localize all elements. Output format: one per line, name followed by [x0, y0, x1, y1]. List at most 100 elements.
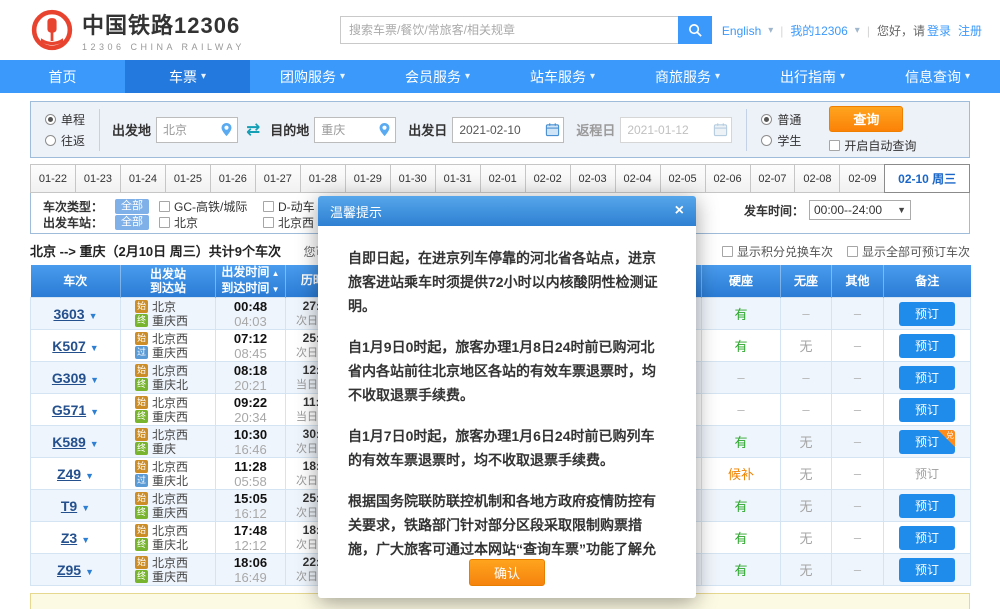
nav-item-station-services[interactable]: 站车服务▾	[500, 60, 625, 93]
nav-item-group-services[interactable]: 团购服务▾	[250, 60, 375, 93]
date-tab-01-23[interactable]: 01-23	[75, 164, 120, 193]
trip-single-radio[interactable]: 单程	[45, 111, 85, 128]
train-number[interactable]: G309	[52, 370, 86, 386]
date-tab-02-03[interactable]: 02-03	[570, 164, 615, 193]
book-button[interactable]: 预订	[899, 334, 955, 358]
my12306-menu[interactable]: 我的12306	[790, 22, 847, 39]
book-button[interactable]: 预订	[899, 302, 955, 326]
nav-item-home[interactable]: 首页	[0, 60, 125, 93]
column-header[interactable]: 出发时间 ▲到达时间 ▼	[216, 265, 286, 298]
sort-desc-icon[interactable]: ▼	[269, 285, 279, 294]
train-number[interactable]: 3603	[53, 306, 84, 322]
date-tab-01-28[interactable]: 01-28	[300, 164, 345, 193]
train-number[interactable]: K507	[52, 338, 85, 354]
nav-item-business-services[interactable]: 商旅服务▾	[625, 60, 750, 93]
query-button[interactable]: 查询	[829, 106, 903, 132]
train-number[interactable]: Z49	[57, 466, 81, 482]
departure-time-select[interactable]: 00:00--24:00 ▼	[809, 200, 911, 220]
date-tab-02-02[interactable]: 02-02	[525, 164, 570, 193]
auto-query-toggle[interactable]: 开启自动查询	[829, 137, 916, 154]
display-toggle[interactable]: 显示全部可预订车次	[847, 243, 970, 260]
book-button[interactable]: 预订	[899, 366, 955, 390]
train-number[interactable]: Z95	[57, 562, 81, 578]
login-link[interactable]: 登录	[927, 22, 951, 39]
chevron-down-icon[interactable]: ▼	[90, 403, 99, 417]
date-tab-01-25[interactable]: 01-25	[165, 164, 210, 193]
seat-cell: –	[832, 394, 884, 426]
date-tab-02-09[interactable]: 02-09	[839, 164, 884, 193]
swap-stations-icon[interactable]: ⇄	[246, 120, 260, 140]
book-button[interactable]: 预订	[899, 398, 955, 422]
site-search-input[interactable]	[340, 16, 678, 44]
filter-option[interactable]: 北京	[159, 214, 263, 231]
date-tab-02-08[interactable]: 02-08	[794, 164, 839, 193]
nav-item-travel-guide[interactable]: 出行指南▾	[750, 60, 875, 93]
checkbox-icon	[263, 217, 274, 228]
chevron-down-icon[interactable]: ▼	[85, 467, 94, 481]
date-tab-01-27[interactable]: 01-27	[255, 164, 300, 193]
nav-item-info-query[interactable]: 信息查询▾	[875, 60, 1000, 93]
chevron-down-icon[interactable]: ▼	[90, 339, 99, 353]
filter-option[interactable]: GC-高铁/城际	[159, 198, 263, 215]
register-link[interactable]: 注册	[958, 22, 982, 39]
column-header[interactable]: 无座	[781, 265, 832, 298]
nav-item-label: 信息查询	[905, 67, 961, 87]
chevron-down-icon[interactable]: ▼	[85, 563, 94, 577]
book-button[interactable]: 预订	[899, 558, 955, 582]
seat-availability: –	[854, 498, 861, 513]
language-select[interactable]: English	[722, 24, 761, 38]
arrival-time: 05:58	[216, 474, 285, 489]
date-tab-01-22[interactable]: 01-22	[30, 164, 75, 193]
date-tab-02-05[interactable]: 02-05	[660, 164, 705, 193]
date-tab-02-04[interactable]: 02-04	[615, 164, 660, 193]
confirm-button[interactable]: 确认	[469, 559, 545, 586]
display-toggle[interactable]: 显示积分兑换车次	[722, 243, 833, 260]
date-tab-01-26[interactable]: 01-26	[210, 164, 255, 193]
nav-item-tickets[interactable]: 车票▾	[125, 60, 250, 93]
date-tab-selected[interactable]: 02-10 周三	[884, 164, 970, 193]
seat-cell: 有	[702, 554, 781, 586]
book-button[interactable]: 预订	[899, 494, 955, 518]
trip-round-radio[interactable]: 往返	[45, 132, 85, 149]
column-header[interactable]: 出发站到达站	[121, 265, 216, 298]
search-button[interactable]	[678, 16, 712, 44]
date-tab-02-01[interactable]: 02-01	[480, 164, 525, 193]
filter-all-badge[interactable]: 全部	[115, 199, 149, 214]
date-tab-02-07[interactable]: 02-07	[750, 164, 795, 193]
chevron-down-icon[interactable]: ▼	[90, 435, 99, 449]
passenger-normal-radio[interactable]: 普通	[761, 111, 801, 128]
column-header[interactable]: 硬座	[702, 265, 781, 298]
chevron-down-icon[interactable]: ▼	[81, 499, 90, 513]
passenger-student-radio[interactable]: 学生	[761, 132, 801, 149]
train-cell: T9 ▼	[31, 490, 121, 522]
return-date-label: 返程日	[576, 120, 615, 139]
query-panel: 单程 往返 出发地 ⇄ 目的地	[30, 101, 970, 158]
date-tab-01-30[interactable]: 01-30	[390, 164, 435, 193]
remark-cell: 预订	[884, 394, 971, 426]
train-number[interactable]: G571	[52, 402, 86, 418]
train-number[interactable]: Z3	[61, 530, 77, 546]
close-icon[interactable]: ×	[675, 203, 684, 219]
book-button[interactable]: 预订兑	[899, 430, 955, 454]
arrival-time: 16:46	[216, 442, 285, 457]
book-button[interactable]: 预订	[899, 526, 955, 550]
seat-availability: 有	[734, 435, 747, 450]
filter-all-badge[interactable]: 全部	[115, 215, 149, 230]
train-number[interactable]: K589	[52, 434, 85, 450]
chevron-down-icon[interactable]: ▼	[81, 531, 90, 545]
date-tab-01-24[interactable]: 01-24	[120, 164, 165, 193]
date-tabs: 01-2201-2301-2401-2501-2601-2701-2801-29…	[30, 164, 970, 193]
date-tab-02-06[interactable]: 02-06	[705, 164, 750, 193]
sort-asc-icon[interactable]: ▲	[269, 269, 279, 278]
chevron-down-icon[interactable]: ▼	[89, 307, 98, 321]
chevron-down-icon[interactable]: ▼	[90, 371, 99, 385]
column-header[interactable]: 其他	[832, 265, 884, 298]
column-header[interactable]: 备注	[884, 265, 971, 298]
nav-item-member-services[interactable]: 会员服务▾	[375, 60, 500, 93]
date-tab-01-31[interactable]: 01-31	[435, 164, 480, 193]
train-number[interactable]: T9	[61, 498, 77, 514]
column-header[interactable]: 车次	[31, 265, 121, 298]
date-tab-01-29[interactable]: 01-29	[345, 164, 390, 193]
time-cell: 09:2220:34	[216, 394, 286, 426]
terminal-station: 重庆	[152, 440, 176, 457]
